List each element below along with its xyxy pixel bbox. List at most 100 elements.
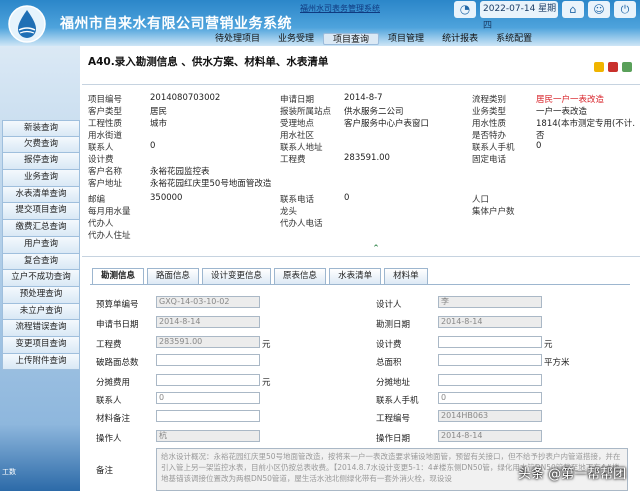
total-area-label: 总面积 <box>376 358 402 368</box>
sidebar-item-no-account[interactable]: 未立户查询 <box>2 303 80 321</box>
op-date-label: 操作日期 <box>376 434 411 444</box>
nav-stat-report[interactable]: 统计报表 <box>433 33 487 45</box>
main-panel: A40.录入勘测信息 、供水方案、材料单、水表清单 项目编号 2014080703… <box>82 48 640 491</box>
split-fee-field[interactable] <box>156 374 260 386</box>
info-label: 报装所属站点 <box>280 107 332 117</box>
budget-no-label: 预算单编号 <box>96 300 139 310</box>
collapse-chevron-icon[interactable]: ⌃ <box>370 244 382 254</box>
project-no-field[interactable]: 2014HB063 <box>438 410 542 422</box>
sidebar-item-account-failed[interactable]: 立户不成功查询 <box>2 270 80 287</box>
info-label: 受理地点 <box>280 119 315 129</box>
sidebar-item-payment-summary[interactable]: 缴费汇总查询 <box>2 220 80 237</box>
split-addr-label: 分摊地址 <box>376 378 411 388</box>
info-label: 项目编号 <box>88 95 123 105</box>
info-value: 永裕花园监控表 <box>150 167 210 177</box>
info-label: 每月用水量 <box>88 207 131 217</box>
operator-label: 操作人 <box>96 434 122 444</box>
nav-project-manage[interactable]: 项目管理 <box>379 33 433 45</box>
info-label: 工程费 <box>280 155 306 165</box>
bookmark-icon[interactable] <box>608 62 618 72</box>
divider <box>82 84 640 85</box>
tab-survey-info[interactable]: 勘测信息 <box>92 268 145 284</box>
contact-mobile-field[interactable]: 0 <box>438 392 542 404</box>
info-label: 联系人手机 <box>472 143 515 153</box>
info-value: 2014080703002 <box>150 93 221 103</box>
road-area-field[interactable] <box>156 354 260 366</box>
toolbar-icons <box>594 62 632 72</box>
export-icon[interactable] <box>622 62 632 72</box>
info-value: 否 <box>536 131 545 141</box>
edit-icon[interactable] <box>594 62 604 72</box>
sidebar-item-submitted[interactable]: 提交项目查询 <box>2 203 80 221</box>
info-label: 用水社区 <box>280 131 315 141</box>
note-label: 备注 <box>96 466 114 476</box>
tab-meter-list[interactable]: 水表清单 <box>329 268 382 284</box>
nav-pending-items[interactable]: 待处理项目 <box>206 33 269 45</box>
tab-road-info[interactable]: 路面信息 <box>147 268 200 284</box>
detail-tabs: 勘测信息 路面信息 设计变更信息 原表信息 水表清单 材料单 <box>92 268 428 284</box>
info-label: 人口 <box>472 195 490 205</box>
design-fee-unit: 元 <box>544 340 553 350</box>
info-label: 固定电话 <box>472 155 507 165</box>
nav-project-query[interactable]: 项目查询 <box>323 33 380 45</box>
sidebar-item-change-project[interactable]: 变更项目查询 <box>2 336 80 354</box>
info-value: 0 <box>150 141 156 151</box>
tab-original-meter[interactable]: 原表信息 <box>274 268 327 284</box>
sidebar-item-new-install[interactable]: 新装查询 <box>2 120 80 137</box>
logout-icon[interactable]: ⏻ <box>614 1 636 18</box>
form-contact-label: 联系人 <box>96 396 122 406</box>
home-icon[interactable]: ⌂ <box>562 1 584 18</box>
info-label: 代办人电话 <box>280 219 323 229</box>
info-label: 客户地址 <box>88 179 123 189</box>
info-value: 永裕花园红庆里50号地面管改造 <box>150 179 272 189</box>
survey-date-label: 勘测日期 <box>376 320 411 330</box>
info-label: 代办人住址 <box>88 231 131 241</box>
split-addr-field[interactable] <box>438 374 542 386</box>
split-fee-unit: 元 <box>262 378 271 388</box>
info-value: 1814(本市测定专用(不计… <box>536 119 636 129</box>
designer-field[interactable]: 李 <box>438 296 542 308</box>
sidebar-item-compound[interactable]: 复合查询 <box>2 253 80 271</box>
app-header: 福州市自来水有限公司营销业务系统 福州水司表务管理系统 ◔ 2022-07-14… <box>0 0 640 46</box>
info-label: 邮编 <box>88 195 106 205</box>
info-label: 联系人 <box>88 143 114 153</box>
op-date-field[interactable]: 2014-8-14 <box>438 430 542 442</box>
form-contact-field[interactable]: 0 <box>156 392 260 404</box>
eng-fee-field[interactable]: 283591.00 <box>156 336 260 348</box>
info-value: 客户服务中心户表窗口 <box>344 119 430 129</box>
budget-no-field[interactable]: GXQ-14-03-10-02 <box>156 296 260 308</box>
water-meter-system-link[interactable]: 福州水司表务管理系统 <box>300 3 380 14</box>
design-fee-field[interactable] <box>438 336 542 348</box>
sidebar-item-upload-attachment[interactable]: 上传附件查询 <box>2 353 80 371</box>
info-label: 业务类型 <box>472 107 507 117</box>
info-label: 龙头 <box>280 207 298 217</box>
info-value: 2014-8-7 <box>344 93 383 103</box>
sidebar-item-user[interactable]: 用户查询 <box>2 236 80 254</box>
material-note-field[interactable] <box>156 410 260 422</box>
info-label: 用水街道 <box>88 131 123 141</box>
tab-material-list[interactable]: 材料单 <box>384 268 428 284</box>
designer-label: 设计人 <box>376 300 402 310</box>
nav-business-accept[interactable]: 业务受理 <box>269 33 323 45</box>
sidebar-item-preprocess[interactable]: 预处理查询 <box>2 286 80 304</box>
tab-design-change[interactable]: 设计变更信息 <box>202 268 272 284</box>
sidebar-item-flow-error[interactable]: 流程错误查询 <box>2 320 80 337</box>
sidebar-item-arrears[interactable]: 欠费查询 <box>2 136 80 154</box>
apply-date-field[interactable]: 2014-8-14 <box>156 316 260 328</box>
user-icon[interactable]: ☺ <box>588 1 610 18</box>
info-value: 供水服务二公司 <box>344 107 404 117</box>
sidebar-item-suspend[interactable]: 报停查询 <box>2 153 80 171</box>
survey-date-field[interactable]: 2014-8-14 <box>438 316 542 328</box>
page-title: A40.录入勘测信息 、供水方案、材料单、水表清单 <box>88 56 329 68</box>
sidebar-item-meter-list[interactable]: 水表清单查询 <box>2 186 80 204</box>
sidebar-item-business[interactable]: 业务查询 <box>2 170 80 187</box>
info-label: 客户类型 <box>88 107 123 117</box>
material-note-label: 材料备注 <box>96 414 131 424</box>
operator-field[interactable]: 杭 <box>156 430 260 442</box>
total-area-field[interactable] <box>438 354 542 366</box>
info-label: 用水性质 <box>472 119 507 129</box>
info-label: 申请日期 <box>280 95 315 105</box>
info-label: 设计费 <box>88 155 114 165</box>
info-value: 居民一户一表改造 <box>536 95 605 105</box>
nav-system-config[interactable]: 系统配置 <box>487 33 541 45</box>
